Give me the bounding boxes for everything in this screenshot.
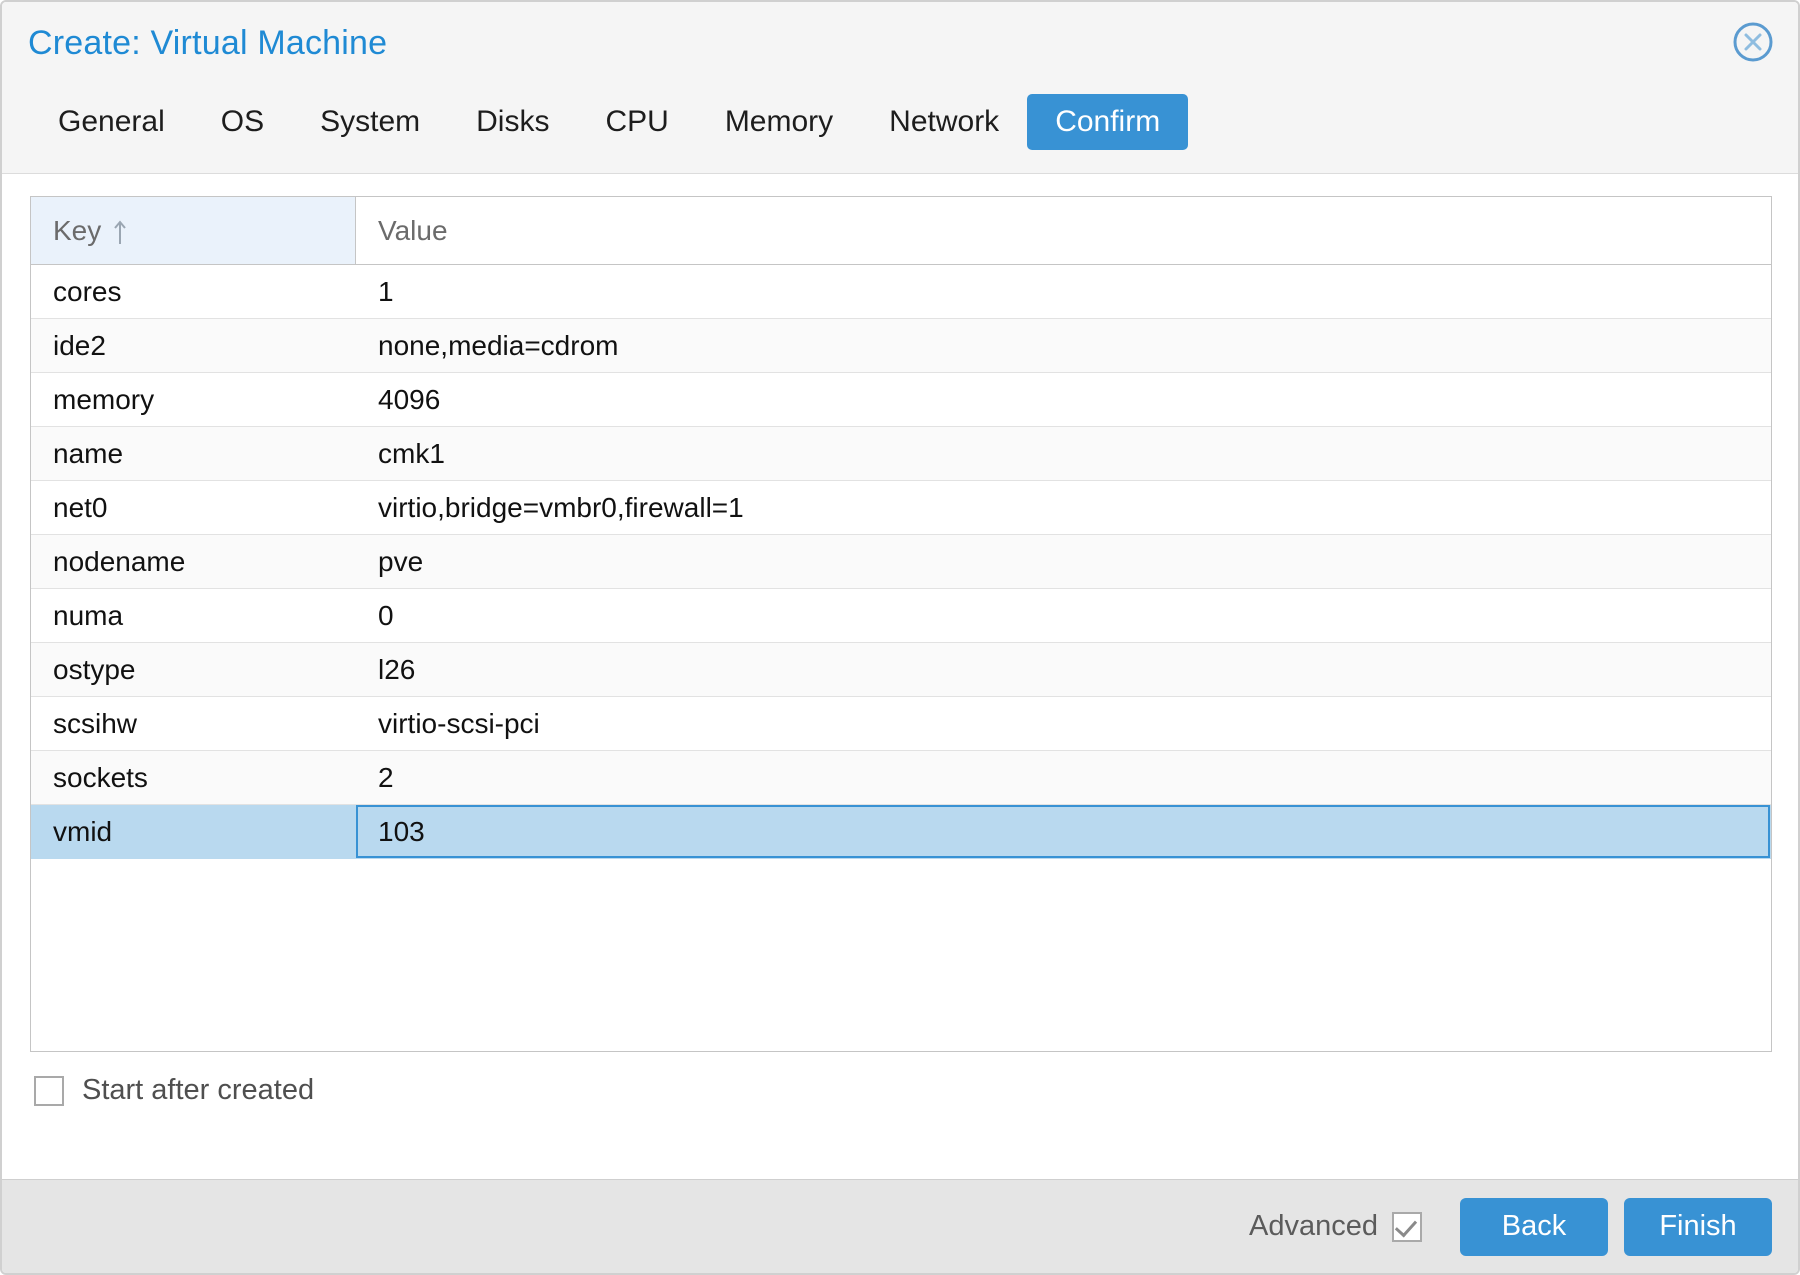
tab-system[interactable]: System — [292, 94, 448, 150]
dialog-footer: Advanced Back Finish — [2, 1179, 1798, 1273]
row-key-cell: numa — [31, 589, 356, 642]
row-key-cell: vmid — [31, 805, 356, 858]
row-value-cell[interactable]: 103 — [356, 805, 1770, 858]
advanced-checkbox[interactable] — [1392, 1212, 1422, 1242]
column-header-value-label: Value — [378, 215, 448, 247]
row-value-cell[interactable]: virtio-scsi-pci — [356, 697, 1771, 750]
row-key-cell: ide2 — [31, 319, 356, 372]
tab-cpu[interactable]: CPU — [577, 94, 696, 150]
settings-grid: Key Value cores1ide2none,media=cdrommemo… — [30, 196, 1772, 1052]
table-row[interactable]: sockets2 — [31, 751, 1771, 805]
advanced-toggle[interactable]: Advanced — [1249, 1210, 1422, 1243]
row-value-cell[interactable]: pve — [356, 535, 1771, 588]
row-value-cell[interactable]: l26 — [356, 643, 1771, 696]
tab-confirm[interactable]: Confirm — [1027, 94, 1188, 150]
page-title: Create: Virtual Machine — [28, 24, 387, 63]
column-header-key-label: Key — [53, 215, 101, 247]
row-value-cell[interactable]: 1 — [356, 265, 1771, 318]
tab-network[interactable]: Network — [861, 94, 1027, 150]
wizard-tabbar: General OS System Disks CPU Memory Netwo… — [30, 94, 1188, 150]
table-row[interactable]: nodenamepve — [31, 535, 1771, 589]
row-value-cell[interactable]: cmk1 — [356, 427, 1771, 480]
finish-button[interactable]: Finish — [1624, 1198, 1772, 1256]
start-after-created-checkbox[interactable] — [34, 1076, 64, 1106]
tab-memory[interactable]: Memory — [697, 94, 861, 150]
advanced-label: Advanced — [1249, 1210, 1378, 1243]
dialog-header: Create: Virtual Machine General OS Syste… — [2, 2, 1798, 174]
table-row[interactable]: vmid103 — [31, 805, 1771, 859]
tab-os[interactable]: OS — [193, 94, 292, 150]
row-value-cell[interactable]: 0 — [356, 589, 1771, 642]
table-row[interactable]: net0virtio,bridge=vmbr0,firewall=1 — [31, 481, 1771, 535]
row-key-cell: memory — [31, 373, 356, 426]
row-key-cell: nodename — [31, 535, 356, 588]
back-button[interactable]: Back — [1460, 1198, 1608, 1256]
tab-general[interactable]: General — [30, 94, 193, 150]
row-key-cell: ostype — [31, 643, 356, 696]
row-value-cell[interactable]: 2 — [356, 751, 1771, 804]
tab-disks[interactable]: Disks — [448, 94, 577, 150]
close-icon[interactable] — [1730, 19, 1776, 65]
grid-body: cores1ide2none,media=cdrommemory4096name… — [31, 265, 1771, 859]
column-header-value[interactable]: Value — [356, 197, 1771, 264]
create-vm-dialog: Create: Virtual Machine General OS Syste… — [0, 0, 1800, 1275]
row-key-cell: net0 — [31, 481, 356, 534]
row-value-cell[interactable]: virtio,bridge=vmbr0,firewall=1 — [356, 481, 1771, 534]
start-after-created-row: Start after created — [34, 1074, 314, 1107]
row-key-cell: name — [31, 427, 356, 480]
dialog-body: Key Value cores1ide2none,media=cdrommemo… — [2, 174, 1798, 1179]
table-row[interactable]: namecmk1 — [31, 427, 1771, 481]
column-header-key[interactable]: Key — [31, 197, 356, 264]
start-after-created-label: Start after created — [82, 1074, 314, 1107]
sort-ascending-icon — [113, 218, 127, 248]
row-value-cell[interactable]: 4096 — [356, 373, 1771, 426]
grid-empty-space — [31, 859, 1771, 959]
row-key-cell: scsihw — [31, 697, 356, 750]
table-row[interactable]: ostypel26 — [31, 643, 1771, 697]
row-value-cell[interactable]: none,media=cdrom — [356, 319, 1771, 372]
table-row[interactable]: cores1 — [31, 265, 1771, 319]
table-row[interactable]: numa0 — [31, 589, 1771, 643]
row-key-cell: cores — [31, 265, 356, 318]
row-key-cell: sockets — [31, 751, 356, 804]
grid-header-row: Key Value — [31, 197, 1771, 265]
table-row[interactable]: ide2none,media=cdrom — [31, 319, 1771, 373]
table-row[interactable]: memory4096 — [31, 373, 1771, 427]
table-row[interactable]: scsihwvirtio-scsi-pci — [31, 697, 1771, 751]
